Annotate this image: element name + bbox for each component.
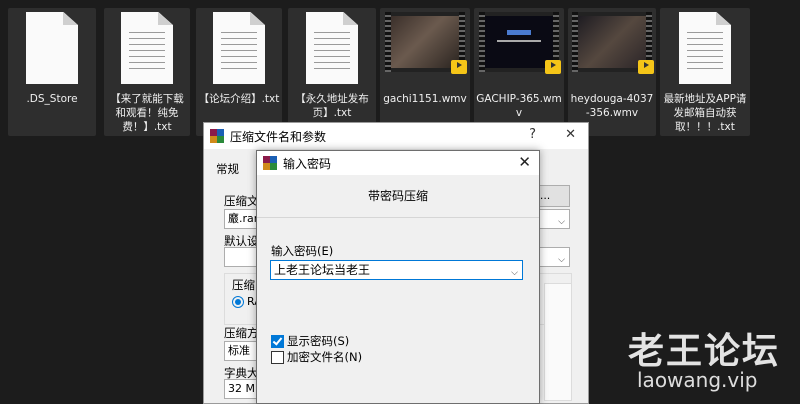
tab-general[interactable]: 常规 — [216, 161, 239, 177]
chevron-down-icon[interactable]: ⌵ — [511, 264, 518, 282]
file-name: gachi1151.wmv — [383, 93, 467, 105]
play-icon — [638, 60, 654, 74]
file-name: .DS_Store — [26, 93, 78, 105]
method-label: 压缩方 — [224, 326, 259, 340]
format-label: 压缩 — [232, 278, 255, 292]
winrar-icon — [210, 129, 224, 143]
password-dialog: 输入密码 ✕ 带密码压缩 输入密码(E) 上老王论坛当老王 ⌵ 显示密码(S) … — [256, 150, 540, 404]
video-thumbnail-icon — [385, 12, 467, 74]
video-thumbnail-icon — [572, 12, 654, 74]
file-item-txt-1[interactable]: 【来了就能下载和观看！纯免费！】.txt — [104, 8, 190, 136]
file-name: 【永久地址发布页】.txt — [295, 93, 369, 119]
file-name: 【来了就能下载和观看！纯免费！】.txt — [110, 93, 184, 133]
title-bar: 输入密码 — [257, 151, 539, 175]
file-item-txt-2[interactable]: 【论坛介绍】.txt — [196, 8, 282, 136]
winrar-icon — [263, 156, 277, 170]
text-file-icon — [306, 12, 358, 84]
text-file-icon — [213, 12, 265, 84]
text-file-icon — [121, 12, 173, 84]
archive-name-label: 压缩文 — [224, 194, 259, 208]
file-item-video-2[interactable]: GACHIP-365.wmv — [474, 8, 564, 136]
play-icon — [451, 60, 467, 74]
close-button[interactable]: ✕ — [565, 127, 576, 142]
checkbox-icon — [271, 350, 284, 364]
help-button[interactable]: ? — [529, 127, 536, 142]
encrypt-filenames-checkbox[interactable]: 加密文件名(N) — [271, 349, 362, 365]
checkbox-checked-icon — [271, 334, 284, 348]
show-password-checkbox[interactable]: 显示密码(S) — [271, 333, 349, 349]
watermark-title: 老王论坛 — [628, 331, 781, 372]
close-button[interactable]: ✕ — [518, 153, 531, 171]
watermark-url: laowang.vip — [637, 368, 758, 392]
document-icon — [26, 12, 78, 84]
file-item-video-1[interactable]: gachi1151.wmv — [380, 8, 470, 136]
options-panel — [544, 283, 572, 401]
video-thumbnail-icon — [479, 12, 561, 74]
divider — [257, 217, 539, 218]
file-name: heydouga-4037-356.wmv — [570, 93, 654, 119]
file-item-txt-4[interactable]: 最新地址及APP请发邮箱自动获取！！！.txt — [660, 8, 750, 136]
chevron-down-icon[interactable]: ⌵ — [558, 213, 565, 231]
file-item-txt-3[interactable]: 【永久地址发布页】.txt — [288, 8, 376, 136]
file-name: 【论坛介绍】.txt — [198, 93, 280, 105]
dialog-title: 压缩文件名和参数 — [230, 129, 327, 144]
file-item-ds-store[interactable]: .DS_Store — [8, 8, 96, 136]
file-item-video-3[interactable]: heydouga-4037-356.wmv — [568, 8, 656, 136]
text-file-icon — [679, 12, 731, 84]
chevron-down-icon[interactable]: ⌵ — [558, 251, 565, 269]
file-name: 最新地址及APP请发邮箱自动获取！！！.txt — [663, 93, 747, 133]
dialog-subtitle: 带密码压缩 — [367, 189, 428, 203]
file-name: GACHIP-365.wmv — [476, 93, 562, 119]
play-icon — [545, 60, 561, 74]
password-label: 输入密码(E) — [271, 244, 334, 258]
password-input[interactable]: 上老王论坛当老王 ⌵ — [270, 260, 523, 280]
dialog-title: 输入密码 — [283, 156, 332, 171]
